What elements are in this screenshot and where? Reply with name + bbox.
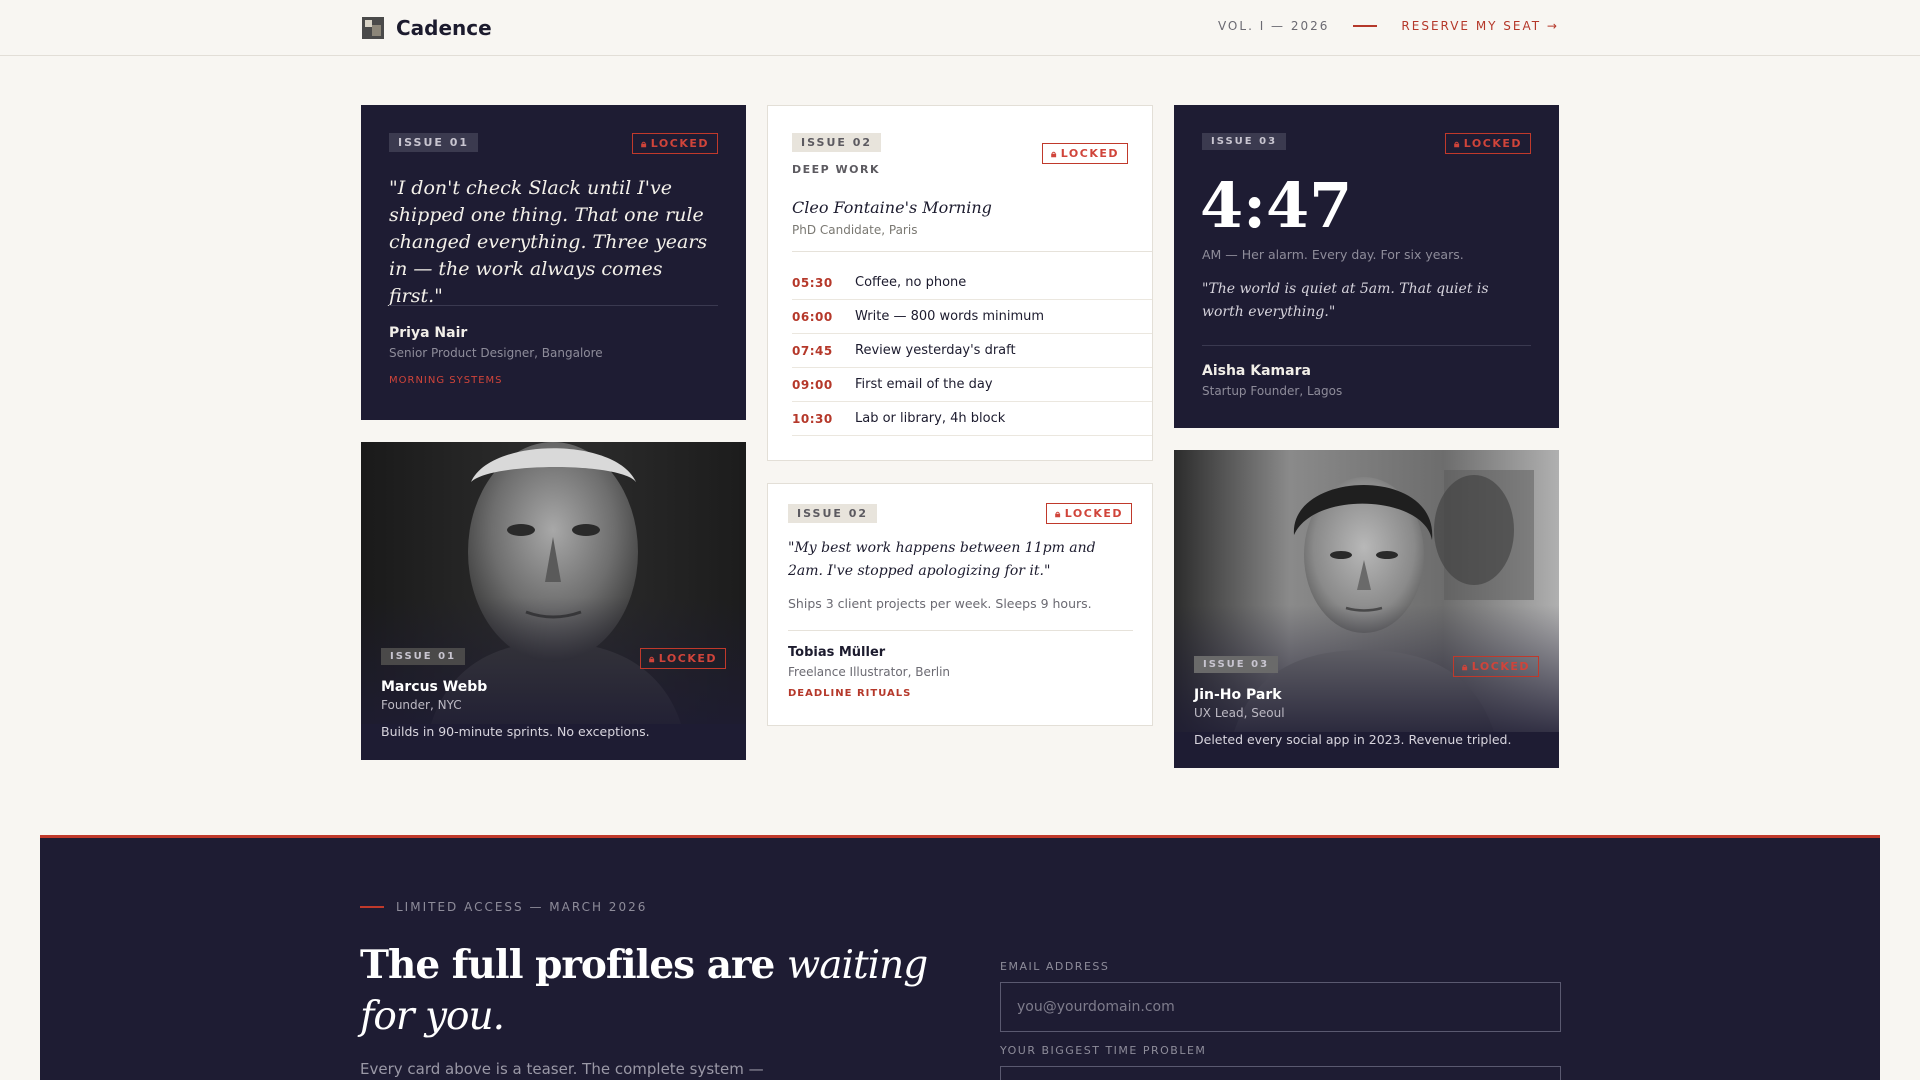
signup-body: Every card above is a teaser. The comple…: [360, 1060, 764, 1078]
profile-caption: Deleted every social app in 2023. Revenu…: [1194, 732, 1512, 747]
schedule-time: 09:00: [792, 377, 833, 392]
profile-category: MORNING SYSTEMS: [389, 375, 503, 386]
profile-name: Marcus Webb: [381, 679, 488, 695]
profile-role: UX Lead, Seoul: [1194, 706, 1285, 720]
schedule-row: 07:45 Review yesterday's draft: [792, 334, 1152, 368]
profile-role: PhD Candidate, Paris: [792, 223, 918, 237]
profile-card-jinho[interactable]: ISSUE 03 🔒︎ LOCKED Jin-Ho Park UX Lead, S…: [1174, 450, 1559, 768]
top-navigation-bar: Cadence VOL. I — 2026 RESERVE MY SEAT →: [0, 0, 1920, 56]
locked-badge: 🔒︎ LOCKED: [1041, 143, 1128, 164]
brand-name: Cadence: [396, 16, 492, 40]
time-problem-label: YOUR BIGGEST TIME PROBLEM: [1000, 1044, 1207, 1057]
schedule-task: Lab or library, 4h block: [855, 411, 1006, 426]
locked-badge: 🔒︎ LOCKED: [639, 648, 726, 669]
profile-card-cleo[interactable]: ISSUE 02 DEEP WORK 🔒︎ LOCKED Cleo Fontain…: [767, 105, 1153, 461]
alarm-time: 4:47: [1200, 169, 1353, 242]
profile-quote: "I don't check Slack until I've shipped …: [389, 177, 708, 307]
schedule-row: 06:00 Write — 800 words minimum: [792, 300, 1152, 334]
profile-caption: Builds in 90-minute sprints. No exceptio…: [381, 724, 650, 739]
schedule-task: Coffee, no phone: [855, 275, 967, 290]
lock-icon: 🔒︎: [1054, 509, 1062, 520]
schedule-task: Write — 800 words minimum: [855, 309, 1045, 324]
profile-card-aisha[interactable]: ISSUE 03 🔒︎ LOCKED 4:47 AM — Her alarm. E…: [1174, 105, 1559, 428]
profile-card-tobias[interactable]: ISSUE 02 🔒︎ LOCKED "My best work happens …: [767, 483, 1153, 726]
profile-role: Freelance Illustrator, Berlin: [788, 665, 951, 679]
locked-badge: 🔒︎ LOCKED: [1452, 656, 1539, 677]
profile-name: Priya Nair: [389, 325, 468, 341]
divider: [792, 251, 1152, 252]
profile-name: Jin-Ho Park: [1194, 687, 1282, 703]
schedule-row: 10:30 Lab or library, 4h block: [792, 402, 1152, 436]
locked-label: LOCKED: [658, 652, 717, 665]
nav-divider: [1353, 25, 1378, 27]
profile-category: DEEP WORK: [792, 163, 881, 176]
profile-card-priya[interactable]: ISSUE 01 🔒︎ LOCKED "I don't check Slack u…: [361, 105, 746, 420]
lock-icon: 🔒︎: [1050, 149, 1058, 160]
issue-badge: ISSUE 03: [1194, 656, 1279, 673]
lock-icon: 🔒︎: [1461, 662, 1469, 673]
issue-badge: ISSUE 01: [389, 133, 479, 152]
brand-logo[interactable]: Cadence: [362, 16, 492, 40]
issue-badge: ISSUE 02: [792, 133, 882, 152]
reserve-seat-link[interactable]: RESERVE MY SEAT →: [1401, 19, 1559, 33]
lock-icon: 🔒︎: [640, 139, 648, 150]
locked-label: LOCKED: [1463, 137, 1522, 150]
schedule-task: First email of the day: [855, 377, 993, 392]
divider: [788, 630, 1133, 631]
profile-name: Tobias Müller: [788, 645, 886, 660]
signup-headline: The full profiles are waiting for you.: [360, 940, 960, 1042]
headline-main: The full profiles are: [360, 942, 775, 988]
profile-name: Aisha Kamara: [1202, 363, 1311, 379]
divider: [1202, 345, 1531, 346]
alarm-caption: AM — Her alarm. Every day. For six years…: [1202, 247, 1464, 262]
time-problem-field[interactable]: [1000, 1066, 1561, 1080]
issue-badge: ISSUE 03: [1202, 133, 1287, 150]
schedule-time: 07:45: [792, 343, 833, 358]
divider: [389, 305, 718, 306]
profile-quote: "My best work happens between 11pm and 2…: [788, 540, 1096, 579]
profile-card-marcus[interactable]: ISSUE 01 🔒︎ LOCKED Marcus Webb Founder, N…: [361, 442, 746, 760]
issue-badge: ISSUE 01: [381, 648, 466, 665]
profile-role: Startup Founder, Lagos: [1202, 384, 1343, 398]
locked-badge: 🔒︎ LOCKED: [1444, 133, 1531, 154]
issue-badge: ISSUE 02: [788, 504, 878, 523]
profile-role: Founder, NYC: [381, 698, 462, 712]
locked-label: LOCKED: [1064, 507, 1123, 520]
signup-eyebrow: LIMITED ACCESS — MARCH 2026: [360, 900, 647, 914]
schedule-task: Review yesterday's draft: [855, 343, 1016, 358]
volume-label: VOL. I — 2026: [1217, 19, 1330, 33]
eyebrow-text: LIMITED ACCESS — MARCH 2026: [396, 900, 648, 914]
lock-icon: 🔒︎: [1453, 139, 1461, 150]
locked-badge: 🔒︎ LOCKED: [1045, 503, 1132, 524]
schedule-time: 06:00: [792, 309, 833, 324]
email-label: EMAIL ADDRESS: [1000, 960, 1110, 973]
schedule-time: 05:30: [792, 275, 833, 290]
locked-label: LOCKED: [650, 137, 709, 150]
nav-right-group: VOL. I — 2026 RESERVE MY SEAT →: [1218, 19, 1559, 33]
schedule-time: 10:30: [792, 411, 833, 426]
locked-badge: 🔒︎ LOCKED: [631, 133, 718, 154]
signup-section: LIMITED ACCESS — MARCH 2026 The full pro…: [40, 835, 1880, 1080]
profile-quote: "The world is quiet at 5am. That quiet i…: [1202, 281, 1489, 320]
lock-icon: 🔒︎: [648, 654, 656, 665]
logo-icon: [362, 17, 384, 39]
profile-role: Senior Product Designer, Bangalore: [389, 346, 603, 360]
profile-note: Ships 3 client projects per week. Sleeps…: [788, 596, 1092, 611]
profile-title: Cleo Fontaine's Morning: [792, 198, 992, 217]
eyebrow-line: [360, 906, 384, 908]
schedule-row: 05:30 Coffee, no phone: [792, 266, 1152, 300]
locked-label: LOCKED: [1060, 147, 1119, 160]
schedule-row: 09:00 First email of the day: [792, 368, 1152, 402]
email-field[interactable]: [1000, 982, 1561, 1032]
profile-category: DEADLINE RITUALS: [788, 688, 912, 699]
locked-label: LOCKED: [1471, 660, 1530, 673]
